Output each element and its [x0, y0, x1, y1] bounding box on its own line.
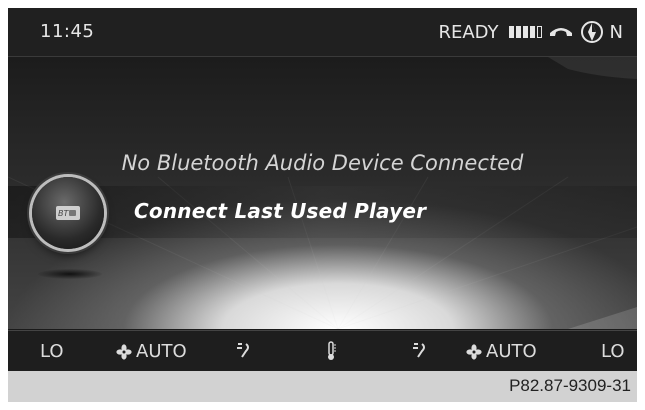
infotainment-screen: 11:45 READY N No Bluetooth Audio Device …	[8, 8, 637, 371]
bluetooth-device-icon: BT	[56, 206, 80, 220]
air-distribution-icon[interactable]	[234, 341, 254, 359]
left-temp[interactable]: LO	[40, 341, 64, 362]
status-bar: 11:45 READY N	[8, 8, 637, 57]
bt-icon-text: BT	[58, 209, 69, 218]
controller-knob[interactable]: BT	[32, 177, 104, 249]
climate-bar: LO AUTO AUTO LO	[8, 330, 637, 371]
bluetooth-audio-panel: No Bluetooth Audio Device Connected BT C…	[8, 57, 637, 329]
fan-icon	[116, 343, 132, 360]
left-fan-label: AUTO	[136, 341, 187, 362]
right-fan-label: AUTO	[486, 341, 537, 362]
clock: 11:45	[40, 21, 95, 42]
left-fan-control[interactable]: AUTO	[116, 341, 187, 362]
ready-label: READY	[438, 21, 499, 43]
compass-direction: N	[609, 21, 623, 43]
menu-item-label[interactable]: Connect Last Used Player	[134, 199, 426, 223]
phone-icon	[549, 28, 572, 36]
compass-icon	[580, 21, 603, 43]
figure-reference-code: P82.87-9309-31	[509, 376, 631, 395]
air-distribution-icon[interactable]	[410, 341, 430, 359]
right-fan-control[interactable]: AUTO	[466, 341, 537, 362]
figure-caption-bar: P82.87-9309-31	[8, 371, 637, 402]
status-message: No Bluetooth Audio Device Connected	[121, 151, 524, 175]
signal-strength-icon	[508, 26, 542, 38]
knob-reflection	[38, 269, 102, 279]
temperature-icon	[328, 341, 336, 360]
fan-icon	[466, 343, 482, 360]
right-temp[interactable]: LO	[601, 341, 625, 362]
status-indicators: READY N	[438, 19, 623, 45]
